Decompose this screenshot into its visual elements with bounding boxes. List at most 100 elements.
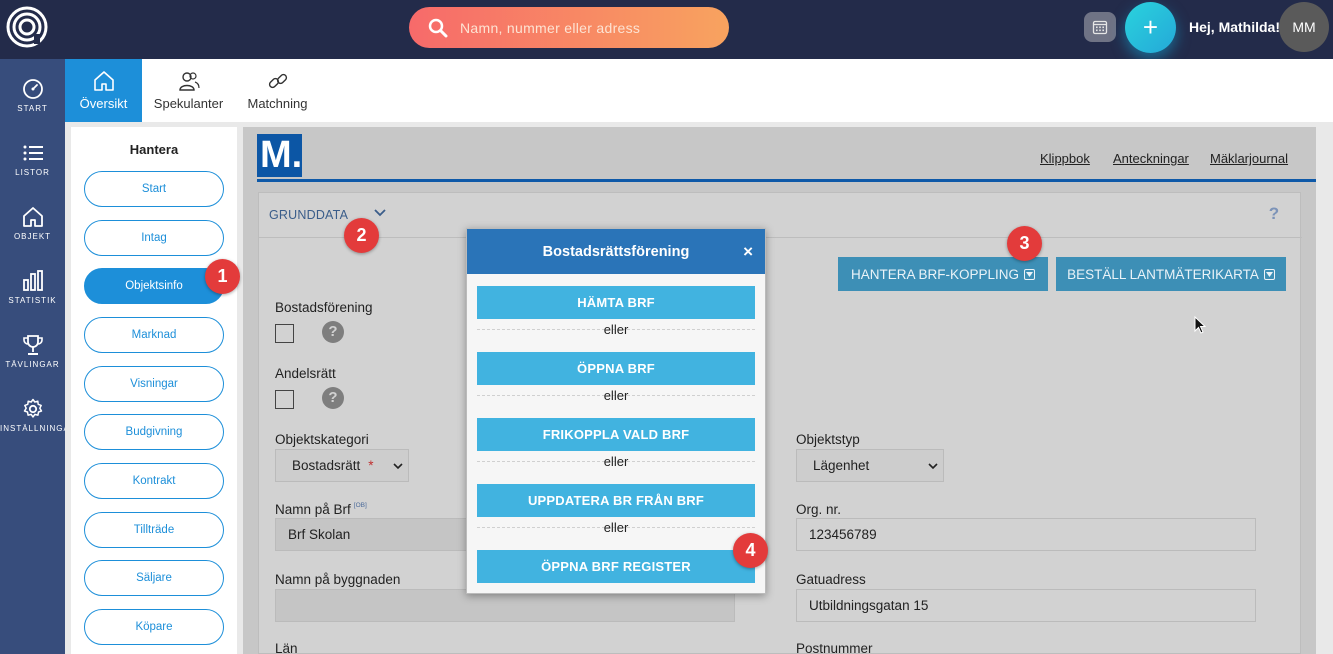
hantera-brf-koppling-button[interactable]: HANTERA BRF-KOPPLING [838,257,1048,291]
lan-label: Län [275,641,298,654]
select-value: Bostadsrätt [292,458,361,473]
maklarjournal-link[interactable]: Mäklarjournal [1210,151,1288,166]
hantera-item-visningar[interactable]: Visningar [84,366,224,402]
button-label: BESTÄLL LANTMÄTERIKARTA [1067,266,1259,282]
main-content: M. Klippbok Anteckningar Mäklarjournal G… [243,127,1316,654]
tab-matchning[interactable]: Matchning [240,59,315,122]
tab-label: Matchning [247,96,308,111]
calendar-button[interactable] [1084,12,1116,42]
tab-label: Översikt [79,96,128,111]
oppna-brf-button[interactable]: ÖPPNA BRF [477,352,755,385]
bostadsforening-checkbox[interactable] [275,324,294,343]
andelsratt-checkbox[interactable] [275,390,294,409]
question-icon[interactable]: ? [322,321,344,343]
tab-oversikt[interactable]: Översikt [65,59,142,122]
close-icon[interactable]: × [743,242,753,262]
hantera-item-tilltrade[interactable]: Tillträde [84,512,224,548]
uppdatera-br-button[interactable]: UPPDATERA BR FRÅN BRF [477,484,755,517]
objektskategori-label: Objektskategori [275,432,369,447]
hantera-item-intag[interactable]: Intag [84,220,224,256]
hantera-item-kontrakt[interactable]: Kontrakt [84,463,224,499]
or-separator: eller [603,520,629,535]
hantera-item-start[interactable]: Start [84,171,224,207]
gear-icon [22,398,44,420]
anteckningar-link[interactable]: Anteckningar [1113,151,1189,166]
orgnr-input[interactable]: 123456789 [796,518,1256,551]
hantera-item-kopare[interactable]: Köpare [84,609,224,645]
help-icon[interactable]: ? [1264,204,1284,224]
modal-header: Bostadsrättsförening × [467,229,765,274]
nav-item-installningar[interactable]: INSTÄLLNINGAR [0,387,65,447]
dropdown-caret-icon [1263,268,1275,280]
hamta-brf-button[interactable]: HÄMTA BRF [477,286,755,319]
step-badge-3: 3 [1007,226,1042,261]
section-title: GRUNDDATA [269,208,349,222]
nav-item-objekt[interactable]: OBJEKT [0,195,65,255]
nav-label: STATISTIK [8,296,57,305]
nav-label: INSTÄLLNINGAR [0,424,65,433]
avatar[interactable]: MM [1279,2,1329,52]
byggnad-label: Namn på byggnaden [275,572,401,587]
hantera-item-marknad[interactable]: Marknad [84,317,224,353]
step-badge-1: 1 [205,259,240,294]
andelsratt-label: Andelsrätt [275,366,336,381]
objektstyp-select[interactable]: Lägenhet [796,449,944,482]
objektskategori-select[interactable]: Bostadsrätt * [275,449,409,482]
klippbok-link[interactable]: Klippbok [1040,151,1090,166]
tab-bar: Översikt Spekulanter Matchning [65,59,1333,122]
tab-spekulanter[interactable]: Spekulanter [150,59,227,122]
brf-name-input[interactable]: Brf Skolan [275,518,475,551]
panel-header[interactable]: GRUNDDATA ? [259,193,1302,238]
gatuadress-input[interactable]: Utbildningsgatan 15 [796,589,1256,622]
add-button[interactable]: + [1125,2,1176,53]
step-badge-2: 2 [344,218,379,253]
oppna-brf-register-button[interactable]: ÖPPNA BRF REGISTER [477,550,755,583]
brf-modal: Bostadsrättsförening × HÄMTA BRF eller Ö… [466,228,766,594]
plus-icon: + [1142,12,1159,42]
chevron-down-icon[interactable] [373,206,387,220]
top-bar: + Hej, Mathilda! MM [0,0,1333,59]
nav-item-statistik[interactable]: STATISTIK [0,259,65,319]
hantera-title: Hantera [129,142,179,157]
nav-item-tavlingar[interactable]: TÄVLINGAR [0,323,65,383]
modal-title: Bostadsrättsförening [542,243,690,260]
hantera-item-budgivning[interactable]: Budgivning [84,414,224,450]
search-input[interactable] [460,19,710,36]
app-logo-icon[interactable] [6,6,48,48]
or-separator: eller [603,322,629,337]
chevron-down-icon [393,461,403,471]
left-nav: START LISTOR OBJEKT STATISTIK TÄVLINGAR … [0,59,65,654]
nav-item-listor[interactable]: LISTOR [0,131,65,191]
grunddata-panel: GRUNDDATA ? HANTERA BRF-KOPPLING BESTÄLL… [258,192,1302,654]
divider [257,179,1316,182]
nav-label: START [17,104,48,113]
dropdown-caret-icon [1024,268,1036,280]
mouse-cursor-icon [1194,316,1206,334]
ob-tag: [OB] [353,502,367,509]
select-value: Lägenhet [813,458,870,473]
gatuadress-label: Gatuadress [796,572,866,587]
nav-label: LISTOR [15,168,50,177]
orgnr-label: Org. nr. [796,502,842,517]
link-icon [267,70,289,92]
nav-item-start[interactable]: START [0,67,65,127]
or-separator: eller [603,454,629,469]
frikoppla-brf-button[interactable]: FRIKOPPLA VALD BRF [477,418,755,451]
search-bar[interactable] [409,7,729,48]
hantera-item-saljare[interactable]: Säljare [84,560,224,596]
chevron-down-icon [928,461,938,471]
bar-chart-icon [22,270,44,292]
tab-label: Spekulanter [153,96,224,111]
bostadsforening-label: Bostadsförening [275,300,373,315]
hantera-item-objektsinfo[interactable]: Objektsinfo [84,268,224,304]
postnummer-label: Postnummer [796,641,873,654]
search-icon [428,18,448,38]
user-greeting: Hej, Mathilda! [1189,19,1281,35]
home-icon [93,70,115,92]
bestall-lantmaterikarta-button[interactable]: BESTÄLL LANTMÄTERIKARTA [1056,257,1286,291]
objektstyp-label: Objektstyp [796,432,860,447]
step-badge-4: 4 [733,533,768,568]
question-icon[interactable]: ? [322,387,344,409]
nav-label: TÄVLINGAR [5,360,60,369]
or-separator: eller [603,388,629,403]
